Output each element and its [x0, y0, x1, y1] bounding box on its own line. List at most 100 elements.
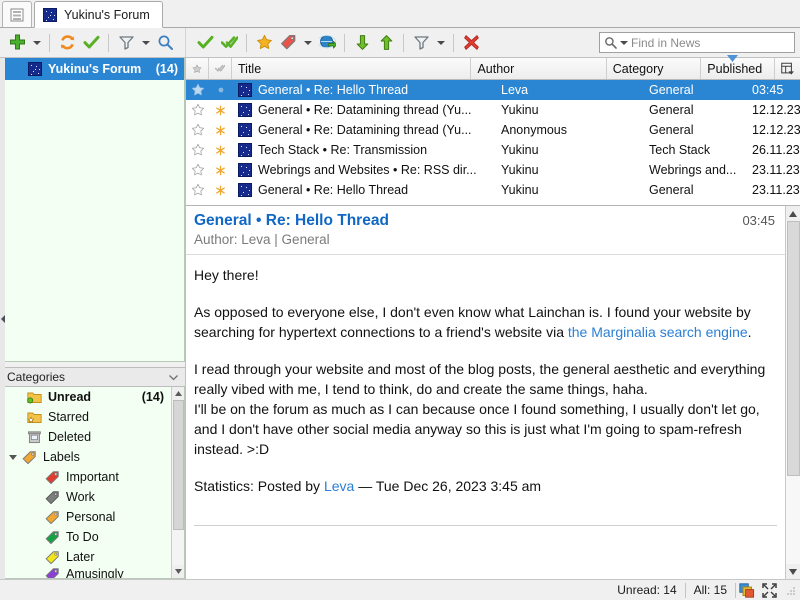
row-read-cell[interactable] [209, 80, 232, 100]
statistics-author-link[interactable]: Leva [324, 478, 354, 494]
column-config-button[interactable] [775, 58, 800, 79]
row-star-cell[interactable] [186, 100, 209, 120]
feed-item-yukinus-forum[interactable]: Yukinu's Forum (14) [0, 58, 184, 80]
open-in-browser-button[interactable] [316, 31, 338, 55]
column-header-star[interactable] [186, 58, 209, 79]
filter-messages-dropdown[interactable] [434, 31, 447, 55]
category-item-labels[interactable]: Labels [1, 447, 184, 467]
statistics-prefix: Statistics: Posted by [194, 478, 324, 494]
filter-feeds-button[interactable] [115, 31, 137, 55]
article-statistics: Statistics: Posted by Leva — Tue Dec 26,… [194, 476, 777, 496]
category-item-to-do[interactable]: To Do [1, 527, 184, 547]
category-item-important[interactable]: Important [1, 467, 184, 487]
row-star-cell[interactable] [186, 180, 209, 200]
mark-selected-read-button[interactable] [194, 31, 216, 55]
category-item-work[interactable]: Work [1, 487, 184, 507]
feed-download-progress-button[interactable] [736, 581, 758, 600]
column-header-title[interactable]: Title [232, 58, 472, 79]
scroll-down-button[interactable] [171, 565, 184, 578]
categories-tree[interactable]: Unread (14) Starred Deleted Labels Impor… [0, 387, 185, 579]
row-unread-cell[interactable] [209, 140, 232, 160]
next-unread-button[interactable] [351, 31, 373, 55]
column-header-read[interactable] [209, 58, 232, 79]
starfield-favicon [238, 183, 252, 197]
search-feeds-button[interactable] [154, 31, 176, 55]
category-item-amusingly[interactable]: Amusingly [1, 567, 184, 578]
messages-toolbar: Find in News [186, 28, 800, 57]
assign-label-dropdown[interactable] [301, 31, 314, 55]
unread-asterisk-icon [216, 125, 225, 135]
table-row[interactable]: Webrings and Websites • Re: RSS dir... Y… [186, 160, 800, 180]
category-item-starred[interactable]: Starred [1, 407, 184, 427]
star-icon [256, 34, 272, 49]
category-item-unread[interactable]: Unread (14) [1, 387, 184, 407]
delete-selected-button[interactable] [460, 31, 482, 55]
tab-yukinus-forum[interactable]: Yukinu's Forum [34, 1, 163, 28]
category-item-later[interactable]: Later [1, 547, 184, 567]
scroll-up-button[interactable] [171, 387, 184, 400]
article-scrollbar[interactable] [785, 206, 800, 579]
table-row[interactable]: Tech Stack • Re: Transmission Yukinu Tec… [186, 140, 800, 160]
column-header-published[interactable]: Published [701, 55, 775, 79]
categories-header[interactable]: Categories [0, 367, 185, 387]
mark-all-read-button[interactable] [218, 31, 240, 55]
category-item-deleted[interactable]: Deleted [1, 427, 184, 447]
tab-label: Yukinu's Forum [64, 7, 150, 22]
column-header-author[interactable]: Author [471, 58, 607, 79]
switch-importance-button[interactable] [253, 31, 275, 55]
expander-icon[interactable] [9, 453, 18, 462]
add-feed-button[interactable] [6, 31, 28, 55]
toolbar-separator [344, 33, 345, 52]
mark-feed-read-button[interactable] [80, 31, 102, 55]
categories-scrollbar[interactable] [171, 387, 184, 578]
article-header: General • Re: Hello Thread 03:45 [186, 206, 785, 232]
row-star-cell[interactable] [186, 120, 209, 140]
row-unread-cell[interactable] [209, 180, 232, 200]
toolbar-separator [403, 33, 404, 52]
row-unread-cell[interactable] [209, 100, 232, 120]
filter-messages-button[interactable] [410, 31, 432, 55]
row-star-cell[interactable] [186, 140, 209, 160]
filter-feeds-dropdown[interactable] [139, 31, 152, 55]
table-row[interactable]: General • Re: Hello Thread Leva General … [186, 80, 800, 100]
tag-icon [22, 451, 36, 464]
feed-item-label: Yukinu's Forum [48, 62, 142, 76]
row-star-cell[interactable] [186, 80, 209, 100]
assign-label-button[interactable] [277, 31, 299, 55]
scroll-up-button[interactable] [785, 206, 800, 221]
status-all: All: 15 [693, 583, 727, 597]
scroll-down-button[interactable] [785, 564, 800, 579]
table-row[interactable]: General • Re: Datamining thread (Yu... A… [186, 120, 800, 140]
update-all-feeds-button[interactable] [56, 31, 78, 55]
table-row[interactable]: General • Re: Datamining thread (Yu... Y… [186, 100, 800, 120]
chevron-down-icon[interactable] [620, 40, 628, 45]
star-icon [192, 64, 202, 73]
article-paragraph-3: I read through your website and most of … [194, 361, 766, 397]
scroll-track[interactable] [785, 221, 800, 564]
marginalia-link[interactable]: the Marginalia search engine [568, 324, 748, 340]
column-header-category[interactable]: Category [607, 58, 702, 79]
row-unread-cell[interactable] [209, 160, 232, 180]
row-star-cell[interactable] [186, 160, 209, 180]
row-title-cell: General • Re: Datamining thread (Yu... [232, 120, 495, 140]
add-feed-dropdown[interactable] [30, 31, 43, 55]
left-pane-collapse-handle[interactable] [0, 58, 5, 579]
category-item-personal[interactable]: Personal [1, 507, 184, 527]
feed-tree[interactable]: Yukinu's Forum (14) [0, 58, 185, 362]
row-category: Webrings and... [649, 163, 737, 177]
table-row[interactable]: General • Re: Hello Thread Yukinu Genera… [186, 180, 800, 200]
starfield-favicon [238, 83, 252, 97]
message-rows[interactable]: General • Re: Hello Thread Leva General … [186, 80, 800, 205]
tab-bar: Yukinu's Forum [0, 0, 800, 28]
chevron-down-icon[interactable] [168, 372, 179, 383]
scroll-thumb[interactable] [172, 400, 184, 530]
chevron-down-icon [303, 40, 312, 45]
scroll-thumb[interactable] [786, 221, 800, 476]
article-title[interactable]: General • Re: Hello Thread [194, 212, 389, 230]
feed-list-tab-button[interactable] [2, 1, 32, 27]
search-input[interactable]: Find in News [599, 32, 795, 53]
row-unread-cell[interactable] [209, 120, 232, 140]
previous-unread-button[interactable] [375, 31, 397, 55]
fullscreen-button[interactable] [758, 581, 780, 600]
resize-grip-icon[interactable] [784, 584, 796, 596]
